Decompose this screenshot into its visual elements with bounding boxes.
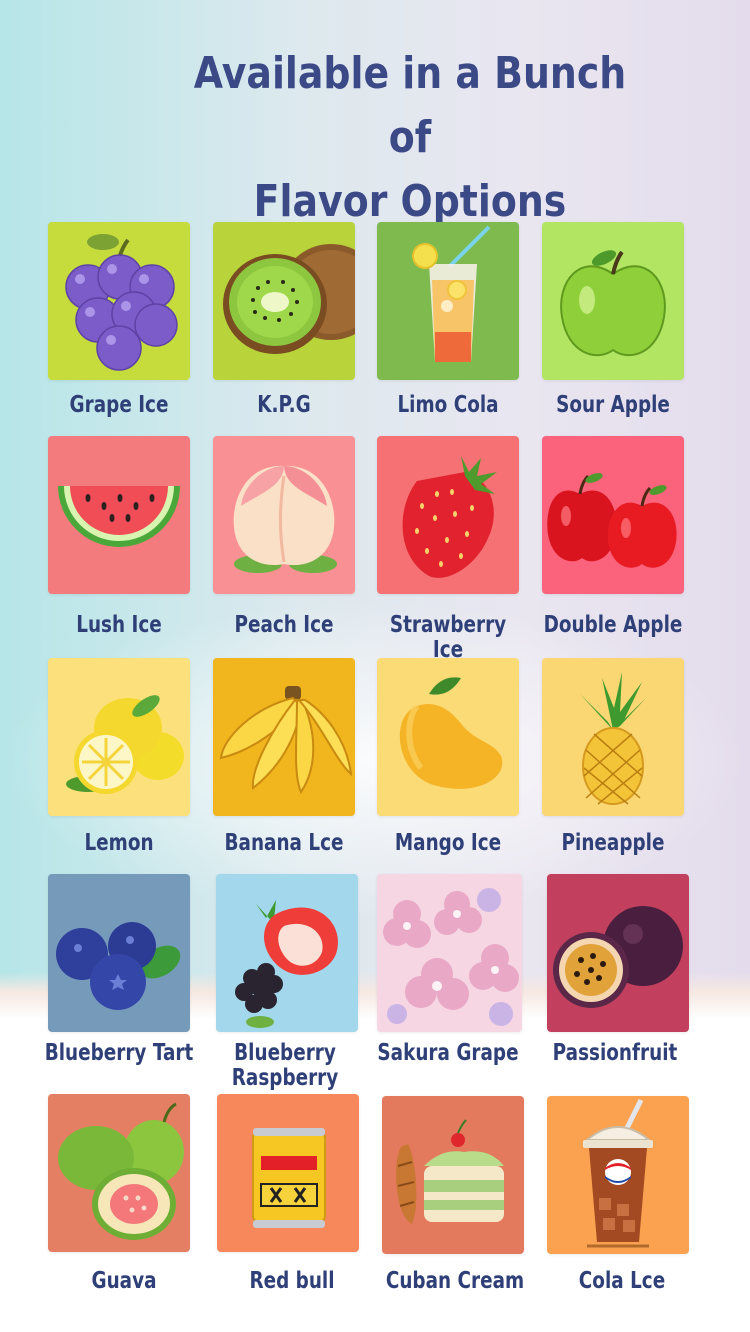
cake-icon [382,1096,524,1254]
energy-can-icon [217,1094,359,1252]
flavor-card-sakura-grape[interactable] [377,874,522,1032]
flavor-label: Limo Cola [397,392,499,418]
watermelon-icon [48,436,190,594]
flavor-card-grape-ice[interactable] [48,222,190,380]
flavor-label: Guava [91,1268,157,1294]
flavor-label: Strawberry Ice [389,612,507,663]
sakura-icon [377,874,522,1032]
peach-icon [213,436,355,594]
flavor-card-passionfruit[interactable] [547,874,689,1032]
flavor-card-cola-lce[interactable] [547,1096,689,1254]
flavor-card-lemon[interactable] [48,658,190,816]
flavor-card-peach-ice[interactable] [213,436,355,594]
flavor-label: K.P.G [257,392,311,418]
flavor-card-banana-lce[interactable] [213,658,355,816]
page-title: Available in a Bunch of Flavor Options [186,42,633,234]
flavor-card-mango-ice[interactable] [377,658,519,816]
flavor-label: Grape Ice [69,392,169,418]
flavor-label: Passionfruit [552,1040,678,1066]
lemon-icon [48,658,190,816]
green-apple-icon [542,222,684,380]
flavor-label: Sakura Grape [377,1040,519,1066]
flavor-label: Double Apple [543,612,683,638]
flavor-label: Banana Lce [224,830,344,856]
flavor-label: Sour Apple [556,392,670,418]
flavor-label: Cola Lce [578,1268,666,1294]
pineapple-icon [542,658,684,816]
cola-cup-icon [547,1096,689,1254]
flavor-card-kpg[interactable] [213,222,355,380]
berry-mix-icon [216,874,358,1032]
banana-icon [213,658,355,816]
kiwi-icon [213,222,355,380]
flavor-card-lush-ice[interactable] [48,436,190,594]
red-apples-icon [542,436,684,594]
flavor-card-strawberry-ice[interactable] [377,436,519,594]
flavor-card-pineapple[interactable] [542,658,684,816]
flavor-label: Pineapple [561,830,665,856]
strawberry-icon [377,436,519,594]
flavor-card-sour-apple[interactable] [542,222,684,380]
blueberry-icon [48,874,190,1032]
guava-icon [48,1094,190,1252]
flavor-label: Red bull [249,1268,335,1294]
lemonade-glass-icon [377,222,519,380]
flavor-label: Lush Ice [76,612,162,638]
flavor-card-blueberry-tart[interactable] [48,874,190,1032]
grape-icon [48,222,190,380]
mango-icon [377,658,519,816]
flavor-label: Peach Ice [234,612,334,638]
flavor-label: Cuban Cream [385,1268,525,1294]
flavor-label: Lemon [84,830,154,856]
title-line-1: Available in a Bunch of [193,48,627,163]
flavor-card-blueberry-raspberry[interactable] [216,874,358,1032]
flavor-label: Blueberry Tart [44,1040,194,1066]
flavor-card-red-bull[interactable] [217,1094,359,1252]
flavor-card-double-apple[interactable] [542,436,684,594]
passionfruit-icon [547,874,689,1032]
flavor-label: Blueberry Raspberry [231,1040,339,1091]
flavor-card-guava[interactable] [48,1094,190,1252]
flavor-label: Mango Ice [394,830,502,856]
title-line-2: Flavor Options [253,176,567,227]
flavor-card-cuban-cream[interactable] [382,1096,524,1254]
flavor-card-limo-cola[interactable] [377,222,519,380]
